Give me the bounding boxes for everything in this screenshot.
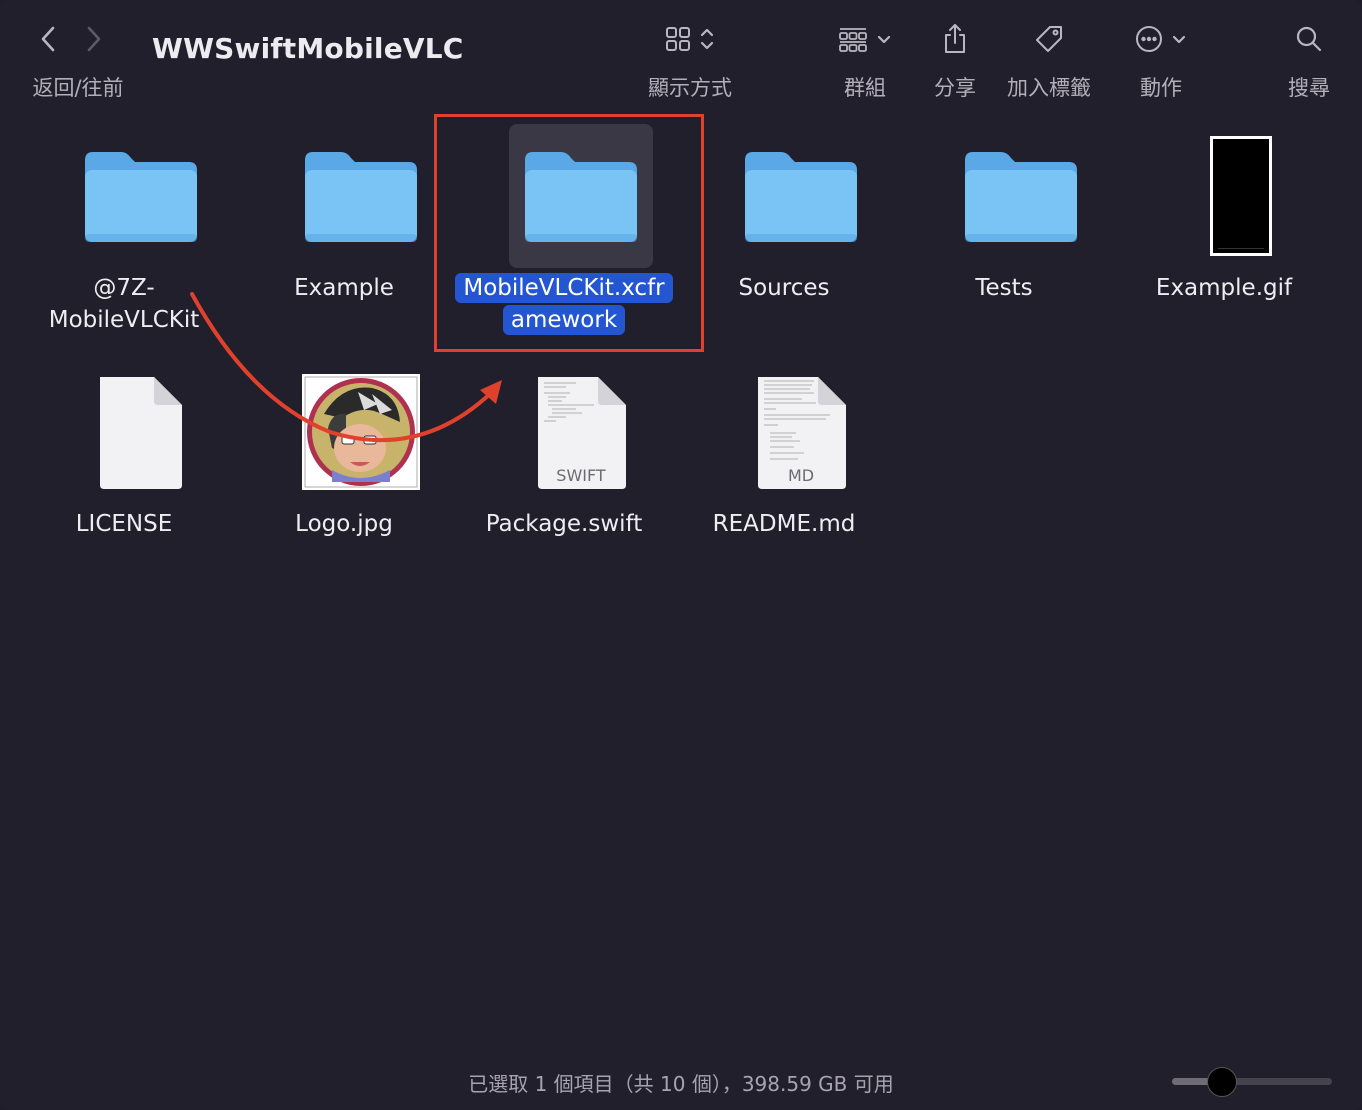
file-item-7z-mobilevlckit[interactable]: @7Z- MobileVLCKit bbox=[14, 110, 234, 334]
file-grid: @7Z- MobileVLCKit Example MobileVLCKit.x… bbox=[0, 110, 1362, 1010]
search-label: 搜尋 bbox=[1288, 76, 1330, 100]
add-tags-button[interactable]: 加入標籤 bbox=[1000, 20, 1098, 102]
icon-size-slider[interactable] bbox=[1172, 1066, 1332, 1098]
file-name: README.md bbox=[712, 511, 856, 537]
file-item-example[interactable]: Example bbox=[234, 110, 454, 334]
action-label: 動作 bbox=[1140, 76, 1182, 100]
folder-icon bbox=[69, 124, 213, 268]
toolbar: 返回/往前 WWSwiftMobileVLC 顯示方式 群組 分享 加入標籤 動… bbox=[0, 0, 1362, 110]
file-item-logo-jpg[interactable]: Logo.jpg bbox=[234, 346, 454, 570]
group-button[interactable]: 群組 bbox=[828, 20, 902, 102]
folder-icon bbox=[949, 124, 1093, 268]
ellipsis-circle-icon bbox=[1135, 25, 1163, 57]
markdown-document-icon: MD bbox=[729, 360, 873, 504]
add-tags-label: 加入標籤 bbox=[1007, 76, 1091, 100]
file-name: MobileVLCKit.xcfr bbox=[455, 273, 673, 303]
chevron-down-icon bbox=[876, 32, 892, 51]
file-item-package-swift[interactable]: SWIFT Package.swift bbox=[454, 346, 674, 570]
file-name: Tests bbox=[975, 275, 1033, 301]
search-button[interactable]: 搜尋 bbox=[1282, 20, 1336, 102]
doc-type-label: MD bbox=[787, 466, 815, 485]
file-name: Example bbox=[294, 275, 394, 301]
icon-grid-icon bbox=[665, 26, 691, 56]
share-label: 分享 bbox=[934, 76, 976, 100]
swift-document-icon: SWIFT bbox=[509, 360, 653, 504]
file-name: MobileVLCKit bbox=[48, 307, 200, 333]
folder-icon bbox=[289, 124, 433, 268]
file-name: Logo.jpg bbox=[295, 511, 393, 537]
file-item-readme-md[interactable]: MD README.md bbox=[674, 346, 894, 570]
slider-knob[interactable] bbox=[1207, 1067, 1237, 1097]
tag-icon bbox=[1034, 24, 1064, 58]
back-forward-group: 返回/往前 bbox=[24, 20, 132, 102]
file-item-tests[interactable]: Tests bbox=[894, 110, 1114, 334]
document-icon bbox=[69, 360, 213, 504]
window-title: WWSwiftMobileVLC bbox=[152, 32, 464, 65]
view-options-label: 顯示方式 bbox=[648, 76, 732, 100]
action-button[interactable]: 動作 bbox=[1128, 20, 1194, 102]
back-forward-label: 返回/往前 bbox=[32, 76, 124, 100]
share-icon bbox=[942, 23, 968, 59]
up-down-chevron-icon bbox=[699, 26, 715, 56]
share-button[interactable]: 分享 bbox=[926, 20, 984, 102]
chevron-left-icon[interactable] bbox=[40, 26, 56, 56]
gif-thumbnail-icon bbox=[1169, 124, 1313, 268]
file-item-license[interactable]: LICENSE bbox=[14, 346, 234, 570]
file-name: Example.gif bbox=[1155, 275, 1293, 301]
status-text: 已選取 1 個項目（共 10 個），398.59 GB 可用 bbox=[468, 1072, 894, 1096]
file-item-example-gif[interactable]: Example.gif bbox=[1114, 110, 1334, 334]
chevron-down-icon bbox=[1171, 32, 1187, 51]
magnifier-icon bbox=[1295, 25, 1323, 57]
group-grid-icon bbox=[838, 26, 868, 56]
folder-icon bbox=[509, 124, 653, 268]
file-name: @7Z- bbox=[93, 275, 155, 301]
chevron-right-icon[interactable] bbox=[86, 26, 102, 56]
file-name: Package.swift bbox=[485, 511, 643, 537]
image-thumbnail-icon bbox=[289, 360, 433, 504]
folder-icon bbox=[729, 124, 873, 268]
file-item-mobilevlckit-xcframework[interactable]: MobileVLCKit.xcfr amework bbox=[454, 110, 674, 335]
group-label: 群組 bbox=[844, 76, 886, 100]
finder-window: 返回/往前 WWSwiftMobileVLC 顯示方式 群組 分享 加入標籤 動… bbox=[0, 0, 1362, 1110]
file-name: amework bbox=[502, 305, 626, 335]
doc-type-label: SWIFT bbox=[556, 466, 606, 485]
file-name: Sources bbox=[738, 275, 830, 301]
file-item-sources[interactable]: Sources bbox=[674, 110, 894, 334]
view-options-button[interactable]: 顯示方式 bbox=[640, 20, 740, 102]
file-name: LICENSE bbox=[75, 511, 173, 537]
